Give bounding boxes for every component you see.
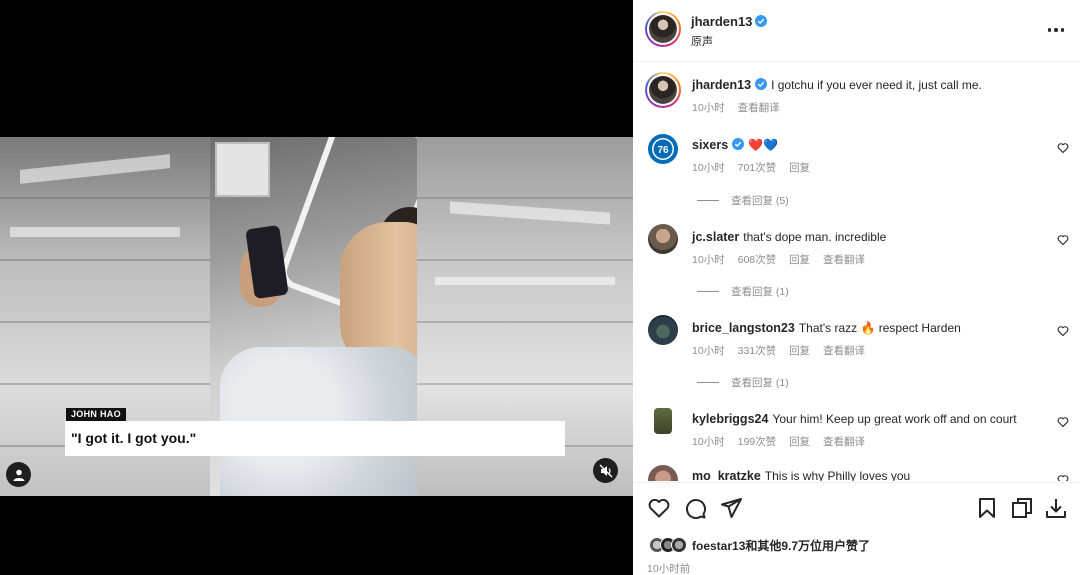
comment-item: mo_kratzke This is why Philly loves you <box>633 458 1080 481</box>
sixers-logo-icon: 76 <box>652 138 674 160</box>
heart-icon[interactable] <box>647 496 671 520</box>
like-comment-heart-icon[interactable] <box>1057 142 1069 154</box>
share-icon[interactable] <box>719 496 743 520</box>
comment-text: that's dope man. incredible <box>743 230 887 244</box>
comment-item: kylebriggs24 Your him! Keep up great work… <box>633 398 1080 458</box>
verified-badge-icon <box>755 15 768 27</box>
commenter-username[interactable]: brice_langston23 <box>692 321 795 335</box>
commenter-avatar[interactable] <box>648 465 678 481</box>
comment-likes[interactable]: 608次赞 <box>738 254 777 266</box>
like-comment-heart-icon[interactable] <box>1057 474 1069 481</box>
comment-time: 10小时 <box>692 436 725 448</box>
like-comment-heart-icon[interactable] <box>1057 234 1069 246</box>
svg-text:76: 76 <box>657 145 669 156</box>
comment-time: 10小时 <box>692 254 725 266</box>
commenter-avatar[interactable] <box>648 224 678 254</box>
speaker-muted-icon <box>599 464 612 477</box>
verified-badge-icon <box>755 78 768 90</box>
post-timestamp: 10小时前 <box>647 563 691 575</box>
view-replies-link[interactable]: 查看回复 (1) <box>697 284 789 299</box>
video-caption: "I got it. I got you." <box>65 421 565 456</box>
more-options-icon[interactable] <box>1046 22 1066 38</box>
likes-summary[interactable]: foestar13和其他9.7万位用户赞了 <box>692 537 870 554</box>
comment-item: brice_langston23 That's razz 🔥 respect Ha… <box>633 307 1080 398</box>
comment-icon[interactable] <box>683 496 707 520</box>
commenter-username[interactable]: jharden13 <box>692 78 751 92</box>
medical-monitor <box>215 142 270 197</box>
caption-comment: jharden13 I gotchu if you ever need it, j… <box>633 62 1080 124</box>
post-media[interactable]: JOHN HAO "I got it. I got you." <box>0 0 633 575</box>
reply-link[interactable]: 回复 <box>789 254 810 266</box>
post-actions: foestar13和其他9.7万位用户赞了 10小时前 <box>633 482 1080 575</box>
comments-list[interactable]: jharden13 I gotchu if you ever need it, j… <box>633 62 1080 481</box>
copy-icon[interactable] <box>1010 496 1034 520</box>
like-comment-heart-icon[interactable] <box>1057 325 1069 337</box>
see-translation-link[interactable]: 查看翻译 <box>823 436 865 448</box>
bookmark-icon[interactable] <box>975 496 999 520</box>
speaker-name-tag: JOHN HAO <box>66 408 126 421</box>
commenter-username[interactable]: sixers <box>692 138 728 152</box>
comment-likes[interactable]: 199次赞 <box>738 436 777 448</box>
comment-text: Your him! Keep up great work off and on … <box>772 412 1017 426</box>
see-translation-link[interactable]: 查看翻译 <box>738 102 780 114</box>
view-replies-link[interactable]: 查看回复 (5) <box>697 193 789 208</box>
comment-likes[interactable]: 331次赞 <box>738 345 777 357</box>
comment-likes[interactable]: 701次赞 <box>738 162 777 174</box>
post-header: jharden13 原声 <box>633 0 1080 62</box>
comment-item: jc.slater that's dope man. incredible 10小… <box>633 216 1080 307</box>
user-tag-button[interactable] <box>6 462 31 487</box>
liker-avatar <box>671 537 687 553</box>
liked-by-row[interactable]: foestar13和其他9.7万位用户赞了 <box>649 535 870 555</box>
see-translation-link[interactable]: 查看翻译 <box>823 254 865 266</box>
audio-link[interactable]: 原声 <box>691 33 713 49</box>
comment-text: ❤️💙 <box>748 138 779 152</box>
verified-badge-icon <box>732 138 745 150</box>
download-icon[interactable] <box>1044 496 1068 520</box>
like-comment-heart-icon[interactable] <box>1057 416 1069 428</box>
user-tag-icon <box>13 469 24 481</box>
comment-time: 10小时 <box>692 345 725 357</box>
commenter-username[interactable]: kylebriggs24 <box>692 412 768 426</box>
commenter-username[interactable]: jc.slater <box>692 230 739 244</box>
commenter-avatar[interactable] <box>645 72 681 108</box>
bottle-avatar-image <box>654 408 672 434</box>
comment-item: 76 sixers ❤️💙 10小时 701次赞 回复 查看回复 (5) <box>633 124 1080 216</box>
see-translation-link[interactable]: 查看翻译 <box>823 345 865 357</box>
reply-link[interactable]: 回复 <box>789 345 810 357</box>
mute-button[interactable] <box>593 458 618 483</box>
sixers-avatar[interactable]: 76 <box>648 134 678 164</box>
author-username[interactable]: jharden13 <box>691 14 752 29</box>
post-sidebar: jharden13 原声 jharden13 I gotchu if you ev… <box>633 0 1080 575</box>
comment-text: This is why Philly loves you <box>764 469 911 481</box>
author-avatar[interactable] <box>645 11 681 47</box>
commenter-username[interactable]: mo_kratzke <box>692 469 761 481</box>
reply-link[interactable]: 回复 <box>789 436 810 448</box>
commenter-avatar[interactable] <box>648 315 678 345</box>
view-replies-link[interactable]: 查看回复 (1) <box>697 375 789 390</box>
comment-time: 10小时 <box>692 162 725 174</box>
comment-text: I gotchu if you ever need it, just call … <box>771 78 982 92</box>
comment-text: That's razz 🔥 respect Harden <box>798 321 961 335</box>
reply-link[interactable]: 回复 <box>789 162 810 174</box>
comment-time: 10小时 <box>692 102 725 114</box>
commenter-avatar[interactable] <box>648 406 678 436</box>
